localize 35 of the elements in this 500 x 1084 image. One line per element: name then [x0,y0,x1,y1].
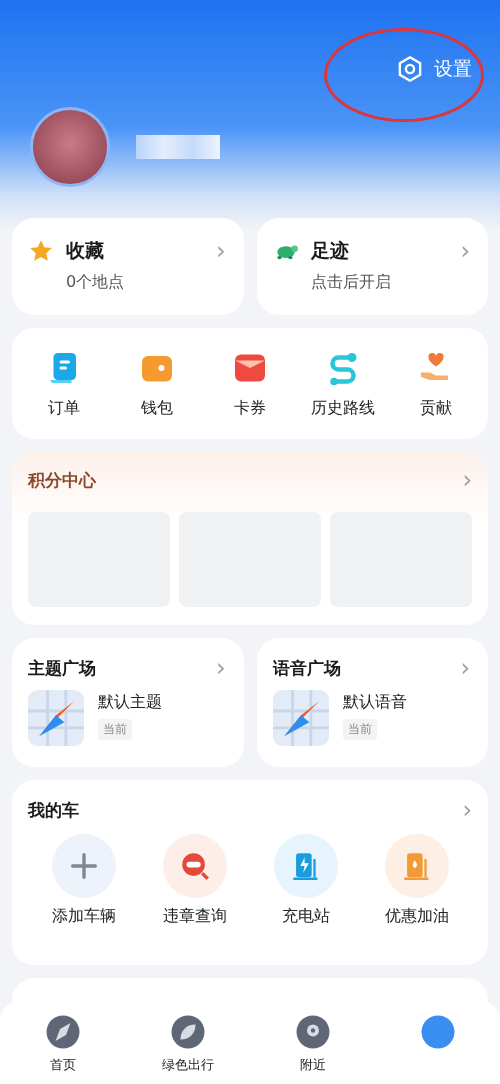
card-subtitle: 点击后开启 [310,272,392,293]
current-tag: 当前 [98,719,132,740]
action-label[interactable]: 充电站 [281,906,330,927]
theme-name[interactable]: 默认语音 [342,692,407,713]
circle-icon [419,1014,456,1050]
nav-label[interactable]: 绿色出行 [161,1056,214,1074]
settings-icon [396,55,424,83]
card-title: 足迹 [310,238,350,263]
section-title: 语音广场 [272,656,341,680]
card-subtitle: 0个地点 [66,272,126,293]
nav-label[interactable]: 附近 [299,1056,326,1074]
leaf-icon [169,1014,206,1050]
action-label[interactable]: 违章查询 [162,906,227,927]
section-title: 主题广场 [28,656,96,680]
section-title: 积分中心 [28,468,96,492]
compass-icon [44,1014,81,1050]
location-pin-icon [294,1014,331,1050]
service-label[interactable]: 历史路线 [310,398,375,419]
service-label[interactable]: 钱包 [141,398,174,419]
service-label[interactable]: 订单 [48,398,81,419]
compass-map-icon [272,690,329,746]
shortcut-card[interactable]: 收藏 › 0个地点 [12,218,244,315]
section-title: 我的车 [28,798,79,822]
current-tag: 当前 [342,719,377,740]
settings-label[interactable]: 设置 [434,56,472,82]
shortcut-card[interactable]: 足迹 › 点击后开启 [256,218,488,315]
service-label[interactable]: 贡献 [419,398,452,419]
service-label[interactable]: 卡券 [234,398,266,419]
compass-map-icon [28,690,84,746]
card-title: 收藏 [66,238,105,263]
theme-name[interactable]: 默认主题 [98,692,162,713]
nav-label[interactable]: 首页 [49,1056,76,1074]
star-icon [28,238,54,264]
action-label[interactable]: 优惠加油 [384,906,449,927]
action-label[interactable]: 添加车辆 [51,906,116,927]
